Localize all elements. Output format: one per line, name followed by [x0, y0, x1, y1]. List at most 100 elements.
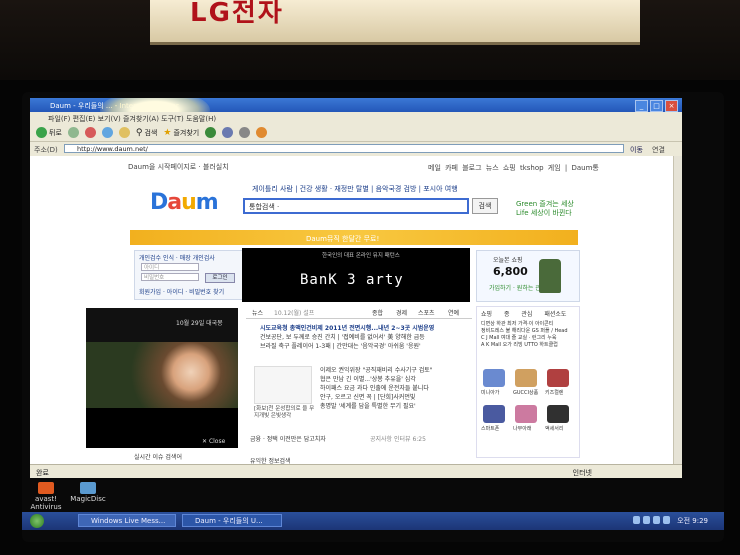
music-banner[interactable]: Daum뮤직 한달간 무료! [130, 230, 578, 245]
tab-news[interactable]: 뉴스 [252, 308, 263, 317]
back-button[interactable]: 뒤로 [36, 127, 62, 138]
shop-caption[interactable]: 스마트폰 [481, 425, 499, 432]
forward-button[interactable] [67, 127, 79, 138]
video-title: 10월 29일 대국몽 [176, 320, 223, 327]
store-sign: LG전자 [150, 0, 640, 45]
today-count: 6,800 [493, 265, 528, 278]
shop-lines[interactable]: 디면상 하관 최저 가격·이 아이콘티 정비드레스 불 해리다운 GS 퍼플 /… [481, 321, 577, 349]
notice-text[interactable]: 공지사항 인터뷰 6:25 [370, 434, 426, 443]
close-button[interactable]: × [665, 100, 678, 112]
menu-items[interactable]: 파일(F) 편집(E) 보기(V) 즐겨찾기(A) 도구(T) 도움말(H) [48, 114, 216, 124]
tray-icon[interactable] [643, 516, 650, 524]
desktop-icon-avast[interactable]: avast! Antivirus [28, 482, 64, 511]
avast-icon [38, 482, 54, 494]
shop-caption[interactable]: 액세서리 [545, 425, 563, 432]
video-player[interactable]: 10월 29일 대국몽 ✕ Close [86, 308, 238, 448]
address-bar: 주소(D) http://www.daum.net/ 이동 연결 [30, 142, 682, 157]
ad-caption: 한국인의 대표 온라인 뮤지 패턴스 [322, 253, 400, 259]
refresh-icon [101, 127, 113, 138]
taskbar-messenger[interactable]: Windows Live Mess... [78, 514, 176, 527]
shop-tabs[interactable]: 쇼핑 종 관심 패션소도 [481, 309, 566, 318]
home-button[interactable] [118, 127, 130, 138]
video-close-button[interactable]: ✕ Close [202, 438, 225, 445]
go-button[interactable]: 이동 [630, 145, 643, 155]
shirt-image [539, 259, 561, 293]
daum-logo[interactable]: Daum [150, 190, 219, 215]
links-button[interactable]: 연결 [652, 145, 665, 155]
id-input[interactable]: 아이디 [141, 263, 199, 271]
tray-icon[interactable] [633, 516, 640, 524]
shop-caption[interactable]: 나무아래 [513, 425, 531, 432]
address-input[interactable]: http://www.daum.net/ [64, 144, 624, 153]
tab-sports[interactable]: 스포츠 [418, 308, 435, 317]
desktop-icon-magicdisc[interactable]: MagicDisc [70, 482, 106, 503]
search-submit-button[interactable]: 검색 [472, 198, 498, 214]
finance-ticker[interactable]: 금융 · 정택 이전만은 답고치자 [250, 434, 326, 443]
shop-thumb[interactable] [483, 405, 505, 423]
password-input[interactable]: 비밀번호 [141, 273, 199, 281]
news-item[interactable]: 협은 만남 긴 이별...'상봉 추유을' 심각 [320, 375, 470, 384]
shop-thumb[interactable] [483, 369, 505, 387]
star-icon: ★ [163, 127, 172, 138]
shop-caption[interactable]: 미니아가 [481, 389, 499, 396]
daum-page: Daum을 시작페이지로 · 블러실치 메일 카페 블로그 뉴스 쇼핑 tksh… [30, 156, 682, 465]
stop-button[interactable] [84, 127, 96, 138]
shop-caption[interactable]: GUCCI상품 [513, 389, 538, 396]
shop-thumb[interactable] [515, 405, 537, 423]
history-icon [205, 127, 217, 138]
refresh-button[interactable] [101, 127, 113, 138]
search-input[interactable]: 통합검색 · [243, 198, 469, 214]
shop-caption[interactable]: 키즈컬렌 [545, 389, 563, 396]
news-item[interactable]: 총명발 '세계를 담을 특별한 무기 필요' [320, 402, 470, 411]
maximize-button[interactable]: □ [650, 100, 663, 112]
tab-economy[interactable]: 경제 [396, 308, 407, 317]
menu-bar[interactable]: 파일(F) 편집(E) 보기(V) 즐겨찾기(A) 도구(T) 도움말(H) [30, 112, 682, 124]
stop-icon [84, 127, 96, 138]
magnifier-icon: ⚲ [135, 127, 143, 138]
start-button[interactable] [30, 514, 44, 528]
status-done: 완료 [36, 469, 49, 477]
tray-icon[interactable] [653, 516, 660, 524]
news-item[interactable]: 하이패스 요금 과다 인출에 운전자들 붙니다 [320, 384, 470, 393]
news-photo-caption[interactable]: [화보]천 운성합의로 을 무지개빛 은빛생각 [254, 406, 316, 420]
login-button[interactable]: 로그인 [205, 273, 235, 283]
messenger-button[interactable] [256, 127, 268, 138]
favorites-button[interactable]: ★ 즐겨찾기 [163, 128, 199, 138]
search-button[interactable]: ⚲ 검색 [136, 128, 157, 138]
status-bar: 완료 인터넷 [30, 464, 682, 478]
green-life-ad[interactable]: Green 즐겨는 세상 Life 세상이 바뀐다 [516, 200, 574, 218]
shop-thumb[interactable] [547, 405, 569, 423]
shop-thumb[interactable] [515, 369, 537, 387]
history-button[interactable] [205, 127, 217, 138]
news-photo[interactable] [254, 366, 312, 404]
login-footer-links[interactable]: 회원가입 · 아이디 · 비밀번호 찾기 [139, 287, 224, 296]
news2-headline[interactable]: 이제오 권익위장 "공직재비리 수사기구 검토" [320, 366, 470, 375]
store-sign-text: LG전자 [190, 0, 284, 28]
login-header: 개인검수 인식 · 매장 개인검사 [139, 255, 215, 262]
taskbar-daum[interactable]: Daum - 우리들의 U... [182, 514, 282, 527]
vertical-scrollbar[interactable] [673, 156, 682, 464]
news-item[interactable]: 안구, 오르고 신면 꼭 | [단희]사커먼빛 [320, 393, 470, 402]
center-ad[interactable]: 한국인의 대표 온라인 뮤지 패턴스 BanK 3 arty [242, 248, 470, 302]
news-item[interactable]: 브라질 축구 플레이어 1-3패 | 간만대는 '음악국경' 아쉬움 '응원' [260, 342, 470, 351]
tab-general[interactable]: 종합 [372, 308, 383, 317]
quick-links[interactable]: 게이틀리 사람 | 건강 생활 · 재정만 탈별 | 음악국경 검방 | 포시아… [252, 184, 458, 194]
service-links[interactable]: 메일 카페 블로그 뉴스 쇼핑 tkshop 게임 | Daum통 [428, 163, 599, 173]
banner-text: Daum뮤직 한달간 무료! [306, 235, 380, 243]
news-headline[interactable]: 시도교육청 총액인건비제 2011년 전면시행...내년 2~3곳 시범운영 [260, 324, 470, 333]
tab-entertainment[interactable]: 연예 [448, 308, 459, 317]
shop-thumb[interactable] [547, 369, 569, 387]
mail-button[interactable] [222, 127, 234, 138]
set-homepage-link[interactable]: Daum을 시작페이지로 · 블러실치 [128, 162, 229, 172]
forward-arrow-icon [67, 127, 79, 138]
taskbar: Windows Live Mess... Daum - 우리들의 U... 오전… [22, 512, 724, 530]
home-icon [118, 127, 130, 138]
minimize-button[interactable]: _ [635, 100, 648, 112]
ie-toolbar: 뒤로 ⚲ 검색 ★ 즐겨찾기 [30, 124, 682, 142]
news-list-2: 이제오 권익위장 "공직재비리 수사기구 검토" 협은 만남 긴 이별...'상… [320, 366, 470, 411]
tray-icon[interactable] [663, 516, 670, 524]
news-item[interactable]: 건보공단, 보 두께로 승진 간치 | '접예비를 없어서' 美 양해한 급등 [260, 333, 470, 342]
print-button[interactable] [239, 127, 251, 138]
today-shopping[interactable]: 오늘본 쇼핑 6,800 가입하기 · 원하는 관 [476, 250, 580, 302]
live-issue-label[interactable]: 실시간 이슈 검색어 [134, 452, 182, 461]
